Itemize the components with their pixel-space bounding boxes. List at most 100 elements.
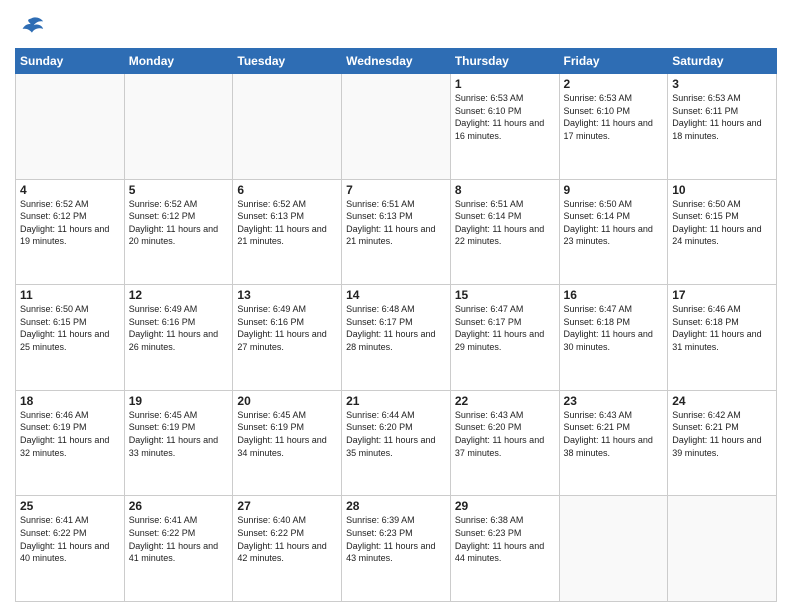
calendar-header-thursday: Thursday	[450, 49, 559, 74]
calendar-cell: 13Sunrise: 6:49 AM Sunset: 6:16 PM Dayli…	[233, 285, 342, 391]
day-number: 20	[237, 394, 337, 408]
calendar-cell: 29Sunrise: 6:38 AM Sunset: 6:23 PM Dayli…	[450, 496, 559, 602]
day-number: 29	[455, 499, 555, 513]
day-number: 6	[237, 183, 337, 197]
day-info: Sunrise: 6:45 AM Sunset: 6:19 PM Dayligh…	[237, 409, 337, 459]
day-info: Sunrise: 6:46 AM Sunset: 6:18 PM Dayligh…	[672, 303, 772, 353]
calendar-cell	[668, 496, 777, 602]
calendar-cell: 22Sunrise: 6:43 AM Sunset: 6:20 PM Dayli…	[450, 390, 559, 496]
day-info: Sunrise: 6:48 AM Sunset: 6:17 PM Dayligh…	[346, 303, 446, 353]
day-number: 7	[346, 183, 446, 197]
day-number: 14	[346, 288, 446, 302]
calendar-header-friday: Friday	[559, 49, 668, 74]
day-number: 22	[455, 394, 555, 408]
day-info: Sunrise: 6:50 AM Sunset: 6:14 PM Dayligh…	[564, 198, 664, 248]
day-info: Sunrise: 6:51 AM Sunset: 6:13 PM Dayligh…	[346, 198, 446, 248]
calendar-header-sunday: Sunday	[16, 49, 125, 74]
calendar: SundayMondayTuesdayWednesdayThursdayFrid…	[15, 48, 777, 602]
day-info: Sunrise: 6:43 AM Sunset: 6:20 PM Dayligh…	[455, 409, 555, 459]
calendar-header-row: SundayMondayTuesdayWednesdayThursdayFrid…	[16, 49, 777, 74]
day-number: 16	[564, 288, 664, 302]
calendar-cell: 28Sunrise: 6:39 AM Sunset: 6:23 PM Dayli…	[342, 496, 451, 602]
calendar-cell: 20Sunrise: 6:45 AM Sunset: 6:19 PM Dayli…	[233, 390, 342, 496]
day-number: 5	[129, 183, 229, 197]
calendar-cell: 12Sunrise: 6:49 AM Sunset: 6:16 PM Dayli…	[124, 285, 233, 391]
day-info: Sunrise: 6:49 AM Sunset: 6:16 PM Dayligh…	[237, 303, 337, 353]
day-number: 23	[564, 394, 664, 408]
day-info: Sunrise: 6:53 AM Sunset: 6:10 PM Dayligh…	[455, 92, 555, 142]
logo	[15, 14, 45, 42]
day-number: 26	[129, 499, 229, 513]
calendar-cell: 14Sunrise: 6:48 AM Sunset: 6:17 PM Dayli…	[342, 285, 451, 391]
day-info: Sunrise: 6:53 AM Sunset: 6:10 PM Dayligh…	[564, 92, 664, 142]
calendar-cell: 25Sunrise: 6:41 AM Sunset: 6:22 PM Dayli…	[16, 496, 125, 602]
calendar-cell: 2Sunrise: 6:53 AM Sunset: 6:10 PM Daylig…	[559, 74, 668, 180]
day-number: 21	[346, 394, 446, 408]
calendar-cell: 19Sunrise: 6:45 AM Sunset: 6:19 PM Dayli…	[124, 390, 233, 496]
calendar-cell: 4Sunrise: 6:52 AM Sunset: 6:12 PM Daylig…	[16, 179, 125, 285]
day-info: Sunrise: 6:41 AM Sunset: 6:22 PM Dayligh…	[20, 514, 120, 564]
calendar-cell: 17Sunrise: 6:46 AM Sunset: 6:18 PM Dayli…	[668, 285, 777, 391]
day-info: Sunrise: 6:52 AM Sunset: 6:13 PM Dayligh…	[237, 198, 337, 248]
calendar-week-2: 4Sunrise: 6:52 AM Sunset: 6:12 PM Daylig…	[16, 179, 777, 285]
day-info: Sunrise: 6:47 AM Sunset: 6:18 PM Dayligh…	[564, 303, 664, 353]
calendar-cell: 9Sunrise: 6:50 AM Sunset: 6:14 PM Daylig…	[559, 179, 668, 285]
day-info: Sunrise: 6:41 AM Sunset: 6:22 PM Dayligh…	[129, 514, 229, 564]
day-number: 10	[672, 183, 772, 197]
calendar-header-wednesday: Wednesday	[342, 49, 451, 74]
calendar-cell: 16Sunrise: 6:47 AM Sunset: 6:18 PM Dayli…	[559, 285, 668, 391]
day-info: Sunrise: 6:38 AM Sunset: 6:23 PM Dayligh…	[455, 514, 555, 564]
calendar-cell	[342, 74, 451, 180]
calendar-header-monday: Monday	[124, 49, 233, 74]
calendar-cell	[124, 74, 233, 180]
header	[15, 10, 777, 42]
calendar-week-5: 25Sunrise: 6:41 AM Sunset: 6:22 PM Dayli…	[16, 496, 777, 602]
day-info: Sunrise: 6:45 AM Sunset: 6:19 PM Dayligh…	[129, 409, 229, 459]
day-number: 3	[672, 77, 772, 91]
day-info: Sunrise: 6:46 AM Sunset: 6:19 PM Dayligh…	[20, 409, 120, 459]
day-info: Sunrise: 6:50 AM Sunset: 6:15 PM Dayligh…	[20, 303, 120, 353]
day-number: 28	[346, 499, 446, 513]
calendar-cell: 3Sunrise: 6:53 AM Sunset: 6:11 PM Daylig…	[668, 74, 777, 180]
calendar-cell: 18Sunrise: 6:46 AM Sunset: 6:19 PM Dayli…	[16, 390, 125, 496]
calendar-cell: 26Sunrise: 6:41 AM Sunset: 6:22 PM Dayli…	[124, 496, 233, 602]
calendar-cell: 1Sunrise: 6:53 AM Sunset: 6:10 PM Daylig…	[450, 74, 559, 180]
day-number: 9	[564, 183, 664, 197]
day-info: Sunrise: 6:39 AM Sunset: 6:23 PM Dayligh…	[346, 514, 446, 564]
day-info: Sunrise: 6:43 AM Sunset: 6:21 PM Dayligh…	[564, 409, 664, 459]
calendar-cell	[559, 496, 668, 602]
day-number: 2	[564, 77, 664, 91]
calendar-cell: 10Sunrise: 6:50 AM Sunset: 6:15 PM Dayli…	[668, 179, 777, 285]
day-info: Sunrise: 6:50 AM Sunset: 6:15 PM Dayligh…	[672, 198, 772, 248]
calendar-cell: 7Sunrise: 6:51 AM Sunset: 6:13 PM Daylig…	[342, 179, 451, 285]
calendar-cell: 23Sunrise: 6:43 AM Sunset: 6:21 PM Dayli…	[559, 390, 668, 496]
calendar-cell: 6Sunrise: 6:52 AM Sunset: 6:13 PM Daylig…	[233, 179, 342, 285]
day-info: Sunrise: 6:51 AM Sunset: 6:14 PM Dayligh…	[455, 198, 555, 248]
calendar-header-saturday: Saturday	[668, 49, 777, 74]
day-number: 15	[455, 288, 555, 302]
calendar-cell: 21Sunrise: 6:44 AM Sunset: 6:20 PM Dayli…	[342, 390, 451, 496]
calendar-cell	[16, 74, 125, 180]
calendar-week-1: 1Sunrise: 6:53 AM Sunset: 6:10 PM Daylig…	[16, 74, 777, 180]
day-info: Sunrise: 6:44 AM Sunset: 6:20 PM Dayligh…	[346, 409, 446, 459]
day-number: 18	[20, 394, 120, 408]
calendar-cell: 27Sunrise: 6:40 AM Sunset: 6:22 PM Dayli…	[233, 496, 342, 602]
day-number: 11	[20, 288, 120, 302]
day-number: 25	[20, 499, 120, 513]
day-number: 8	[455, 183, 555, 197]
day-number: 27	[237, 499, 337, 513]
calendar-header-tuesday: Tuesday	[233, 49, 342, 74]
calendar-cell: 5Sunrise: 6:52 AM Sunset: 6:12 PM Daylig…	[124, 179, 233, 285]
calendar-cell: 8Sunrise: 6:51 AM Sunset: 6:14 PM Daylig…	[450, 179, 559, 285]
day-number: 19	[129, 394, 229, 408]
day-info: Sunrise: 6:47 AM Sunset: 6:17 PM Dayligh…	[455, 303, 555, 353]
day-info: Sunrise: 6:40 AM Sunset: 6:22 PM Dayligh…	[237, 514, 337, 564]
calendar-week-4: 18Sunrise: 6:46 AM Sunset: 6:19 PM Dayli…	[16, 390, 777, 496]
day-info: Sunrise: 6:52 AM Sunset: 6:12 PM Dayligh…	[20, 198, 120, 248]
day-number: 12	[129, 288, 229, 302]
calendar-cell: 15Sunrise: 6:47 AM Sunset: 6:17 PM Dayli…	[450, 285, 559, 391]
day-number: 17	[672, 288, 772, 302]
calendar-cell	[233, 74, 342, 180]
day-number: 24	[672, 394, 772, 408]
logo-bird-icon	[17, 14, 45, 42]
